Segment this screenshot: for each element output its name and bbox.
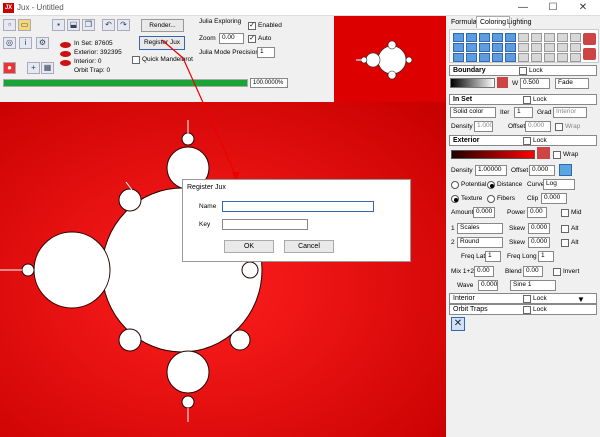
name-label: Name <box>199 203 217 210</box>
key-label: Key <box>199 221 211 228</box>
register-dialog: Register Jux Name Key OK Cancel <box>182 179 411 262</box>
cancel-button[interactable]: Cancel <box>284 240 334 253</box>
key-input[interactable] <box>222 219 308 230</box>
ok-button[interactable]: OK <box>224 240 274 253</box>
dialog-title: Register Jux <box>187 184 226 191</box>
name-input[interactable] <box>222 201 374 212</box>
